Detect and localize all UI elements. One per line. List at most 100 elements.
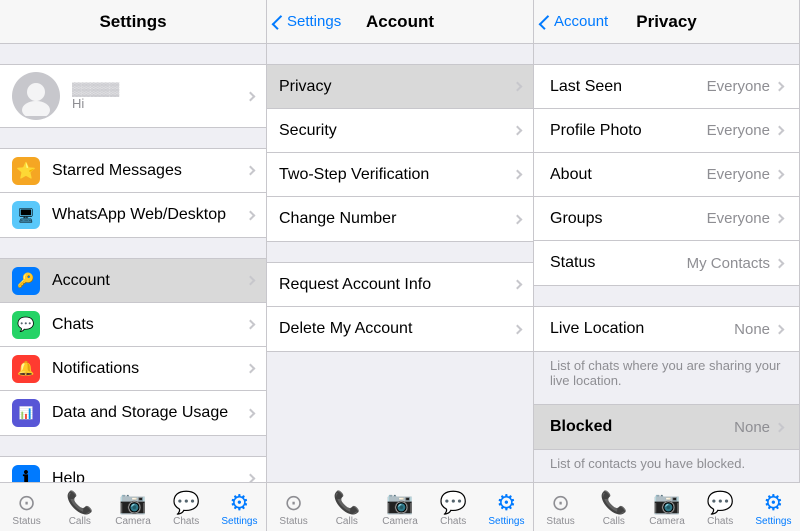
storage-item[interactable]: 📊 Data and Storage Usage bbox=[0, 391, 266, 435]
tab-camera-left[interactable]: 📷 Camera bbox=[106, 483, 159, 531]
storage-label: Data and Storage Usage bbox=[52, 404, 247, 422]
status-label: Status bbox=[550, 254, 687, 272]
starred-messages-item[interactable]: ⭐ Starred Messages bbox=[0, 149, 266, 193]
delete-item[interactable]: Delete My Account bbox=[267, 307, 533, 351]
account-header: Settings Account bbox=[267, 0, 533, 44]
livelocation-chevron bbox=[775, 324, 785, 334]
status-value: My Contacts bbox=[687, 255, 770, 272]
right-tab-bar: ⊙ Status 📞 Calls 📷 Camera 💬 Chats ⚙ Sett… bbox=[534, 483, 800, 531]
settings-label-mid: Settings bbox=[488, 516, 524, 527]
privacy-section-3: Blocked None bbox=[534, 404, 799, 450]
chats-chevron bbox=[246, 320, 256, 330]
tab-chats-mid[interactable]: 💬 Chats bbox=[427, 483, 480, 531]
changenumber-chevron bbox=[513, 214, 523, 224]
chats-icon-mid: 💬 bbox=[440, 492, 467, 514]
livelocation-label: Live Location bbox=[550, 320, 734, 338]
account-title: Account bbox=[366, 12, 434, 32]
security-chevron bbox=[513, 126, 523, 136]
profilephoto-chevron bbox=[775, 126, 785, 136]
tab-status-left[interactable]: ⊙ Status bbox=[0, 483, 53, 531]
delete-chevron bbox=[513, 324, 523, 334]
account-back-button[interactable]: Settings bbox=[275, 13, 341, 30]
camera-label-right: Camera bbox=[649, 516, 685, 527]
help-chevron bbox=[246, 474, 256, 482]
status-label-mid: Status bbox=[279, 516, 307, 527]
tab-chats-left[interactable]: 💬 Chats bbox=[160, 483, 213, 531]
profilephoto-value: Everyone bbox=[707, 122, 770, 139]
account-label: Account bbox=[52, 272, 247, 290]
settings-title: Settings bbox=[99, 12, 166, 32]
tab-settings-mid[interactable]: ⚙ Settings bbox=[480, 483, 533, 531]
account-back-label: Settings bbox=[287, 13, 341, 30]
tab-settings-right[interactable]: ⚙ Settings bbox=[747, 483, 800, 531]
about-label: About bbox=[550, 166, 707, 184]
camera-icon-left: 📷 bbox=[119, 492, 146, 514]
calls-icon-left: 📞 bbox=[66, 492, 93, 514]
account-item[interactable]: 🔑 Account bbox=[0, 259, 266, 303]
help-item[interactable]: ℹ Help bbox=[0, 457, 266, 482]
twostep-item[interactable]: Two-Step Verification bbox=[267, 153, 533, 197]
groups-item[interactable]: Groups Everyone bbox=[534, 197, 799, 241]
lastseen-chevron bbox=[775, 82, 785, 92]
calls-icon-mid: 📞 bbox=[333, 492, 360, 514]
requestinfo-item[interactable]: Request Account Info bbox=[267, 263, 533, 307]
livelocation-item[interactable]: Live Location None bbox=[534, 307, 799, 351]
webdesktop-item[interactable]: 🖥 WhatsApp Web/Desktop bbox=[0, 193, 266, 237]
security-item[interactable]: Security bbox=[267, 109, 533, 153]
about-item[interactable]: About Everyone bbox=[534, 153, 799, 197]
groups-chevron bbox=[775, 214, 785, 224]
account-back-chevron bbox=[272, 15, 287, 30]
tab-calls-mid[interactable]: 📞 Calls bbox=[320, 483, 373, 531]
tab-camera-mid[interactable]: 📷 Camera bbox=[373, 483, 426, 531]
lastseen-item[interactable]: Last Seen Everyone bbox=[534, 65, 799, 109]
chats-label-left: Chats bbox=[173, 516, 199, 527]
tab-chats-right[interactable]: 💬 Chats bbox=[694, 483, 747, 531]
left-tab-bar: ⊙ Status 📞 Calls 📷 Camera 💬 Chats ⚙ Sett… bbox=[0, 483, 267, 531]
storage-chevron bbox=[246, 408, 256, 418]
privacy-title: Privacy bbox=[636, 12, 697, 32]
account-chevron bbox=[246, 276, 256, 286]
twostep-chevron bbox=[513, 170, 523, 180]
about-value: Everyone bbox=[707, 166, 770, 183]
camera-label-mid: Camera bbox=[382, 516, 418, 527]
calls-label-mid: Calls bbox=[336, 516, 358, 527]
status-label-right: Status bbox=[546, 516, 574, 527]
notifications-item[interactable]: 🔔 Notifications bbox=[0, 347, 266, 391]
chats-icon-right: 💬 bbox=[707, 492, 734, 514]
changenumber-item[interactable]: Change Number bbox=[267, 197, 533, 241]
notifications-chevron bbox=[246, 364, 256, 374]
camera-label-left: Camera bbox=[115, 516, 151, 527]
help-label: Help bbox=[52, 470, 247, 483]
chats-icon-left: 💬 bbox=[173, 492, 200, 514]
profile-name: ▓▓▓▓▓ bbox=[72, 81, 247, 96]
profilephoto-item[interactable]: Profile Photo Everyone bbox=[534, 109, 799, 153]
tab-status-mid[interactable]: ⊙ Status bbox=[267, 483, 320, 531]
profile-row[interactable]: ▓▓▓▓▓ Hi bbox=[0, 64, 266, 128]
account-content: Privacy Security Two-Step Verification C… bbox=[267, 44, 533, 482]
tab-calls-left[interactable]: 📞 Calls bbox=[53, 483, 106, 531]
account-panel: Settings Account Privacy Security Two-St… bbox=[267, 0, 534, 482]
settings-icon-left: ⚙ bbox=[230, 492, 250, 514]
tab-calls-right[interactable]: 📞 Calls bbox=[587, 483, 640, 531]
settings-icon-right: ⚙ bbox=[764, 492, 784, 514]
chats-item[interactable]: 💬 Chats bbox=[0, 303, 266, 347]
camera-icon-right: 📷 bbox=[653, 492, 680, 514]
blocked-item[interactable]: Blocked None bbox=[534, 405, 799, 449]
privacy-section-1: Last Seen Everyone Profile Photo Everyon… bbox=[534, 64, 799, 286]
camera-icon-mid: 📷 bbox=[386, 492, 413, 514]
privacy-header: Account Privacy bbox=[534, 0, 799, 44]
privacy-back-button[interactable]: Account bbox=[542, 13, 608, 30]
blocked-note: List of contacts you have blocked. bbox=[534, 450, 799, 477]
privacy-back-label: Account bbox=[554, 13, 608, 30]
account-section-2: Request Account Info Delete My Account bbox=[267, 262, 533, 352]
tab-settings-left[interactable]: ⚙ Settings bbox=[213, 483, 266, 531]
profile-chevron bbox=[246, 91, 256, 101]
tab-camera-right[interactable]: 📷 Camera bbox=[640, 483, 693, 531]
chats-label: Chats bbox=[52, 316, 247, 334]
privacy-content: Last Seen Everyone Profile Photo Everyon… bbox=[534, 44, 799, 482]
requestinfo-label: Request Account Info bbox=[279, 276, 514, 294]
privacy-item[interactable]: Privacy bbox=[267, 65, 533, 109]
profile-info: ▓▓▓▓▓ Hi bbox=[72, 81, 247, 111]
status-item[interactable]: Status My Contacts bbox=[534, 241, 799, 285]
tab-status-right[interactable]: ⊙ Status bbox=[534, 483, 587, 531]
